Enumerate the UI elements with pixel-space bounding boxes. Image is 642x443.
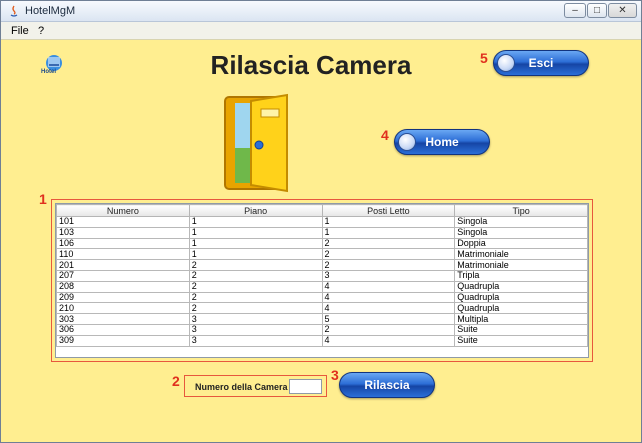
rooms-table-frame: Numero Piano Posti Letto Tipo 101 1 1 Singo… [51,199,593,362]
table-row[interactable]: 101 1 1 Singola [56,216,588,228]
cell-numero: 103 [56,226,190,239]
cell-piano: 3 [188,313,323,325]
cell-piano: 1 [188,216,323,228]
cell-piano: 3 [188,323,323,336]
cell-numero: 201 [56,259,190,271]
cell-tipo: Matrimoniale [454,248,588,261]
hotel-logo-icon [46,55,62,71]
cell-posti-letto: 4 [321,291,456,304]
window-title: HotelMgM [25,5,76,17]
home-icon [398,133,416,151]
cell-tipo: Matrimoniale [454,259,588,271]
cell-tipo: Singola [454,216,588,228]
close-button[interactable]: ✕ [608,3,637,18]
table-row[interactable]: 207 2 3 Tripla [56,269,588,282]
cell-numero: 110 [56,248,190,261]
back-arrow-icon [497,54,515,72]
cell-piano: 1 [188,237,323,250]
cell-piano: 3 [188,334,323,347]
cell-tipo: Suite [454,323,588,336]
cell-tipo: Quadrupla [454,280,588,293]
table-row[interactable]: 103 1 1 Singola [56,226,588,239]
cell-tipo: Singola [454,226,588,239]
logo-text: Hotel [41,69,56,75]
rooms-table-body: 101 1 1 Singola 103 1 1 Singola 106 1 2 Doppia 110 1 2… [56,216,588,347]
cell-tipo: Tripla [454,269,588,282]
cell-posti-letto: 4 [321,280,456,293]
cell-numero: 106 [56,237,190,250]
cell-piano: 1 [188,248,323,261]
menu-help[interactable]: ? [38,25,44,37]
table-row[interactable]: 309 3 4 Suite [56,334,588,347]
column-header-tipo[interactable]: Tipo [454,204,588,217]
page-title: Rilascia Camera [210,50,412,80]
column-header-piano[interactable]: Piano [188,204,323,217]
main-panel: Hotel Rilascia Camera 5 Esci 4 Home 1 Nu… [1,40,641,442]
cell-tipo: Multipla [454,313,588,325]
java-app-icon [10,5,18,17]
cell-posti-letto: 2 [321,237,456,250]
cell-piano: 2 [188,259,323,271]
cell-posti-letto: 1 [321,226,456,239]
cell-piano: 1 [188,226,323,239]
cell-tipo: Quadrupla [454,302,588,315]
table-row[interactable]: 106 1 2 Doppia [56,237,588,250]
cell-numero: 210 [56,302,190,315]
table-row[interactable]: 201 2 2 Matrimoniale [56,259,588,271]
maximize-button[interactable]: □ [587,3,607,18]
cell-posti-letto: 2 [321,259,456,271]
app-window: HotelMgM – □ ✕ File ? Hotel Rilascia Cam… [0,0,642,443]
cell-numero: 208 [56,280,190,293]
cell-numero: 303 [56,313,190,325]
rooms-table-scrollpane[interactable]: Numero Piano Posti Letto Tipo 101 1 1 Singo… [55,203,589,358]
annotation-4: 4 [381,127,389,143]
cell-piano: 2 [188,302,323,315]
cell-posti-letto: 2 [321,248,456,261]
home-button[interactable]: Home [394,129,490,155]
table-row[interactable]: 210 2 4 Quadrupla [56,302,588,315]
exit-button-label: Esci [528,56,554,70]
cell-posti-letto: 3 [321,269,456,282]
room-number-input[interactable] [289,379,322,394]
cell-posti-letto: 1 [321,216,456,228]
menu-file[interactable]: File [11,25,29,37]
cell-posti-letto: 2 [321,323,456,336]
cell-posti-letto: 4 [321,302,456,315]
table-row[interactable]: 209 2 4 Quadrupla [56,291,588,304]
cell-tipo: Suite [454,334,588,347]
annotation-1: 1 [39,191,47,207]
table-row[interactable]: 306 3 2 Suite [56,323,588,336]
table-row[interactable]: 303 3 5 Multipla [56,313,588,325]
release-button[interactable]: Rilascia [339,372,435,398]
cell-numero: 207 [56,269,190,282]
title-bar[interactable]: HotelMgM – □ ✕ [1,1,641,22]
annotation-5: 5 [480,50,488,66]
annotation-2: 2 [172,373,180,389]
cell-posti-letto: 4 [321,334,456,347]
room-number-label: Numero della Camera [195,382,288,392]
exit-button[interactable]: Esci [493,50,589,76]
table-row[interactable]: 110 1 2 Matrimoniale [56,248,588,261]
cell-piano: 2 [188,280,323,293]
cell-tipo: Doppia [454,237,588,250]
column-header-posti-letto[interactable]: Posti Letto [321,204,456,217]
cell-tipo: Quadrupla [454,291,588,304]
table-row[interactable]: 208 2 4 Quadrupla [56,280,588,293]
room-number-frame: Numero della Camera [184,375,327,397]
cell-posti-letto: 5 [321,313,456,325]
annotation-3: 3 [331,367,339,383]
cell-piano: 2 [188,269,323,282]
cell-numero: 101 [56,216,190,228]
table-header-row: Numero Piano Posti Letto Tipo [56,204,588,217]
cell-piano: 2 [188,291,323,304]
menu-bar: File ? [1,22,641,40]
column-header-numero[interactable]: Numero [56,204,190,217]
open-door-icon [224,93,288,193]
rooms-table[interactable]: Numero Piano Posti Letto Tipo 101 1 1 Singo… [56,204,588,347]
minimize-button[interactable]: – [564,3,586,18]
cell-numero: 309 [56,334,190,347]
cell-numero: 209 [56,291,190,304]
cell-numero: 306 [56,323,190,336]
home-button-label: Home [425,135,459,149]
